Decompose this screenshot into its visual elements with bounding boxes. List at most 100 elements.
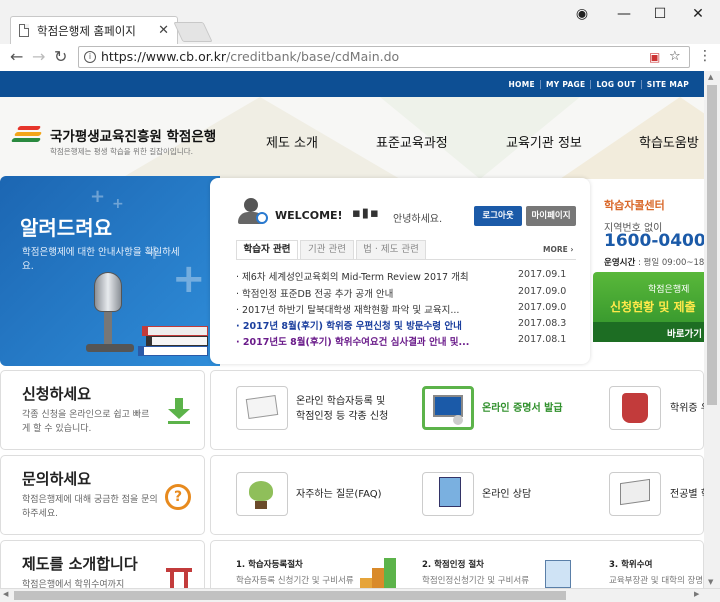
- user-avatar-icon: [236, 198, 268, 226]
- horizontal-scroll-thumb[interactable]: [14, 591, 566, 600]
- vertical-scroll-thumb[interactable]: [707, 85, 717, 405]
- notice-item[interactable]: · 2017년 8월(후기) 학위증 우편신청 및 방문수령 안내 2017.0…: [236, 318, 576, 335]
- intro-section-title: 제도를 소개합니다: [22, 555, 138, 573]
- user-name-masked: ▪▮▪: [352, 206, 380, 221]
- step-degree-title[interactable]: 3. 학위수여: [609, 558, 652, 570]
- notice-item[interactable]: · 2017년도 8월(후기) 학위수여요건 심사결과 안내 및... 2017…: [236, 334, 576, 351]
- close-window-button[interactable]: ✕: [684, 4, 712, 24]
- notice-title[interactable]: · 2017년 8월(후기) 학위증 우편신청 및 방문수령 안내: [236, 318, 518, 335]
- online-consult-icon[interactable]: [422, 472, 474, 516]
- call-center-title: 학습자콜센터: [604, 199, 665, 212]
- profile-icon[interactable]: ◉: [568, 4, 596, 24]
- scroll-left-icon[interactable]: ◀: [3, 590, 8, 598]
- plus-decoration-icon: +: [112, 196, 124, 212]
- browser-tab[interactable]: 학점은행제 홈페이지 ✕: [10, 16, 178, 44]
- book-icon: [138, 346, 208, 356]
- gnb-learning-help[interactable]: 학습도움방: [639, 132, 699, 151]
- logout-button[interactable]: 로그아웃: [474, 206, 522, 226]
- link-mypage[interactable]: MY PAGE: [541, 79, 592, 89]
- banner-title: 알려드려요: [20, 216, 112, 240]
- tab-divider: [236, 259, 576, 260]
- document-person-icon: [545, 560, 571, 588]
- scroll-right-icon[interactable]: ▶: [694, 590, 699, 598]
- inquiry-section-title: 문의하세요: [22, 470, 92, 488]
- call-center-hours: 운영시간 : 평일 09:00~18:0: [604, 258, 713, 268]
- plus-decoration-icon: +: [90, 186, 106, 207]
- microphone-base: [86, 344, 134, 352]
- download-arrow-icon: [168, 398, 190, 424]
- apply-section-desc: 각종 신청을 온라인으로 쉽고 빠르게 할 수 있습니다.: [22, 410, 150, 434]
- back-icon[interactable]: ←: [10, 47, 23, 66]
- call-center-phone: 1600-0400: [604, 231, 706, 251]
- book-icon: [142, 326, 208, 336]
- notice-date: 2017.08.1: [518, 334, 567, 345]
- service-online-consult[interactable]: 온라인 상담: [482, 487, 531, 502]
- inquiry-section-desc: 학점은행제에 대해 궁금한 점을 문의하주세요.: [22, 495, 158, 519]
- notice-item[interactable]: · 제6차 세계성인교육회의 Mid-Term Review 2017 개최 2…: [236, 269, 576, 286]
- close-tab-icon[interactable]: ✕: [158, 23, 169, 38]
- browser-chrome: 학점은행제 홈페이지 ✕ ◉ — ☐ ✕ ← → ↻ i https://www…: [0, 0, 720, 70]
- notice-title[interactable]: · 제6차 세계성인교육회의 Mid-Term Review 2017 개최: [236, 269, 518, 286]
- book-icon: [146, 336, 208, 346]
- scroll-down-icon[interactable]: ▼: [708, 578, 713, 586]
- gnb-system-intro[interactable]: 제도 소개: [266, 132, 318, 151]
- question-icon: ?: [165, 484, 191, 510]
- reload-icon[interactable]: ↻: [54, 47, 67, 66]
- tab-institution[interactable]: 기관 관련: [300, 240, 354, 260]
- logo-subtitle: 학점은행제는 평생 학습을 위한 길잡이입니다.: [50, 147, 194, 156]
- banner-description: 학점은행제에 대한 안내사항을 확인하세요.: [22, 247, 180, 272]
- notice-item[interactable]: · 2017년 하반기 탈북대학생 재학현황 파악 및 교육지... 2017.…: [236, 302, 576, 319]
- url-path: /creditbank/base/cdMain.do: [226, 49, 400, 64]
- browser-toolbar: ← → ↻ i https://www.cb.or.kr/creditbank/…: [0, 44, 720, 70]
- link-logout[interactable]: LOG OUT: [591, 79, 642, 89]
- step-credit-title[interactable]: 2. 학점인정 절차: [422, 558, 484, 570]
- scroll-up-icon[interactable]: ▲: [708, 73, 713, 81]
- notice-date: 2017.09.1: [518, 269, 567, 280]
- link-home[interactable]: HOME: [503, 79, 541, 89]
- site-info-icon[interactable]: i: [84, 51, 96, 63]
- link-sitemap[interactable]: SITE MAP: [642, 80, 694, 89]
- more-link[interactable]: MORE ›: [543, 245, 573, 254]
- gnb-institution-info[interactable]: 교육기관 정보: [506, 132, 582, 151]
- microphone-stand: [104, 312, 112, 346]
- document-icon: [19, 24, 29, 37]
- shortcut-label[interactable]: 바로가기: [667, 326, 702, 340]
- notice-title[interactable]: · 2017년도 8월(후기) 학위수여요건 심사결과 안내 및...: [236, 334, 518, 351]
- certificate-issue-icon[interactable]: [422, 386, 474, 430]
- top-utility-bar: HOME MY PAGE LOG OUT SITE MAP: [0, 71, 704, 97]
- service-faq[interactable]: 자주하는 질문(FAQ): [296, 487, 382, 502]
- popup-blocked-icon[interactable]: ▣: [649, 47, 660, 67]
- gate-icon: [166, 568, 192, 588]
- notice-date: 2017.09.0: [518, 286, 567, 297]
- menu-icon[interactable]: ⋮: [698, 48, 712, 64]
- tab-learner[interactable]: 학습자 관련: [236, 240, 298, 260]
- gnb-standard-curriculum[interactable]: 표준교육과정: [376, 132, 448, 151]
- step-degree-desc: 교육부장관 및 대학의 장명: [609, 576, 704, 586]
- notice-item[interactable]: · 학점인정 표준DB 전공 추가 공개 안내 2017.09.0: [236, 286, 576, 303]
- utility-links: HOME MY PAGE LOG OUT SITE MAP: [503, 71, 694, 97]
- minimize-button[interactable]: —: [610, 4, 638, 24]
- address-bar[interactable]: i https://www.cb.or.kr/creditbank/base/c…: [78, 46, 690, 68]
- step-registration-title[interactable]: 1. 학습자등록절차: [236, 558, 303, 570]
- notice-title[interactable]: · 2017년 하반기 탈북대학생 재학현황 파악 및 교육지...: [236, 302, 518, 319]
- greeting-text: 안녕하세요.: [393, 214, 443, 225]
- bookmark-star-icon[interactable]: ☆: [669, 47, 681, 67]
- stairs-icon: [360, 556, 400, 588]
- logo-name: 국가평생교육진흥원 학점은행: [50, 129, 217, 145]
- service-online-registration[interactable]: 온라인 학습자등록 및 학점인정 등 각종 신청: [296, 394, 388, 424]
- diploma-mail-icon[interactable]: [609, 386, 661, 430]
- forward-icon[interactable]: →: [32, 47, 45, 66]
- major-guide-icon[interactable]: [609, 472, 661, 516]
- maximize-button[interactable]: ☐: [646, 4, 674, 24]
- tab-law-system[interactable]: 법 · 제도 관련: [356, 240, 426, 260]
- faq-icon[interactable]: [236, 472, 288, 516]
- service-certificate-issue[interactable]: 온라인 증명서 발급: [482, 401, 563, 416]
- registration-form-icon[interactable]: [236, 386, 288, 430]
- mypage-button[interactable]: 마이페이지: [526, 206, 576, 226]
- site-logo[interactable]: 국가평생교육진흥원 학점은행: [10, 125, 217, 145]
- tab-title: 학점은행제 홈페이지: [37, 23, 136, 38]
- apply-section-title: 신청하세요: [22, 385, 92, 403]
- notice-title[interactable]: · 학점인정 표준DB 전공 추가 공개 안내: [236, 286, 518, 303]
- new-tab-button[interactable]: [173, 22, 213, 42]
- url-host: https://www.cb.or.kr: [101, 49, 227, 64]
